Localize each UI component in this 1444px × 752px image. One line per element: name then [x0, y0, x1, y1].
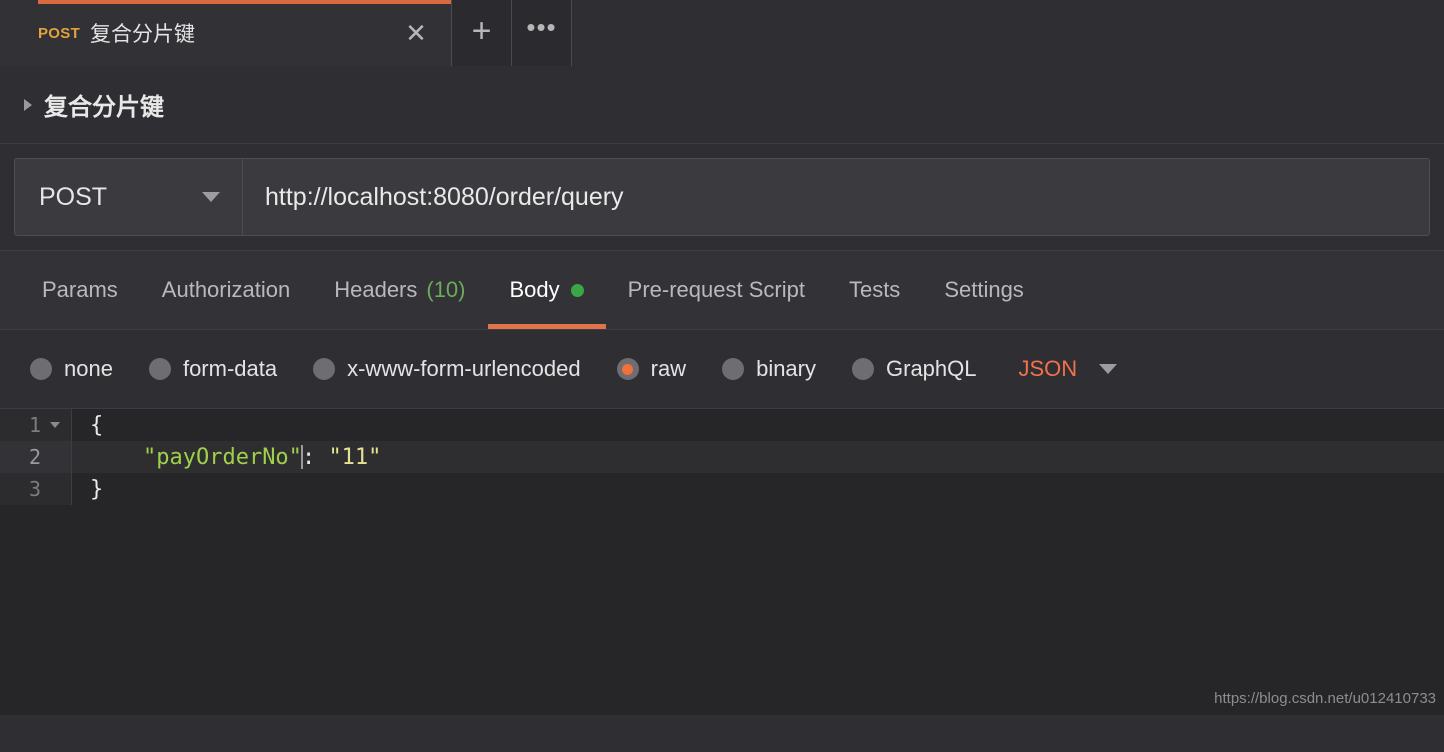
chevron-down-icon: [202, 192, 220, 202]
code-line[interactable]: 3 }: [0, 473, 1444, 505]
breadcrumb[interactable]: 复合分片键: [0, 66, 1444, 144]
body-language-select[interactable]: JSON: [1019, 356, 1118, 382]
tab-params-label: Params: [42, 277, 118, 303]
request-tab-复合分片键[interactable]: POST 复合分片键 ✕: [0, 0, 452, 66]
http-method-select[interactable]: POST: [15, 159, 243, 235]
code-line-2-text: "payOrderNo": "11": [72, 445, 381, 470]
page-title: 复合分片键: [44, 87, 164, 122]
code-line[interactable]: 1 {: [0, 409, 1444, 441]
json-key: "payOrderNo": [143, 445, 302, 470]
json-colon: :: [302, 445, 329, 470]
line-number: 1: [29, 413, 41, 437]
body-type-graphql-label: GraphQL: [886, 356, 977, 382]
body-type-raw-label: raw: [651, 356, 686, 382]
tab-headers[interactable]: Headers (10): [312, 251, 487, 329]
request-tabs: Params Authorization Headers (10) Body P…: [0, 250, 1444, 330]
code-line[interactable]: 2 "payOrderNo": "11": [0, 441, 1444, 473]
code-line-3-text: }: [72, 477, 103, 502]
triangle-right-icon[interactable]: [24, 99, 32, 111]
radio-icon-raw-selected[interactable]: [617, 358, 639, 380]
body-type-row: none form-data x-www-form-urlencoded raw…: [0, 330, 1444, 408]
url-input[interactable]: [243, 159, 1429, 235]
headers-count-badge: (10): [426, 277, 465, 303]
body-type-none[interactable]: none: [30, 356, 113, 382]
body-type-binary-label: binary: [756, 356, 816, 382]
tab-bar: POST 复合分片键 ✕ + •••: [0, 0, 1444, 66]
tab-headers-label: Headers: [334, 277, 417, 303]
tab-bar-filler: [572, 0, 1444, 66]
tab-options-button[interactable]: •••: [512, 0, 572, 66]
gutter-line-1: 1: [0, 409, 72, 441]
body-type-x-www-form-urlencoded[interactable]: x-www-form-urlencoded: [313, 356, 581, 382]
json-brace-open: {: [90, 413, 103, 438]
body-type-none-label: none: [64, 356, 113, 382]
radio-icon-binary[interactable]: [722, 358, 744, 380]
tab-settings-label: Settings: [944, 277, 1024, 303]
url-bar-container: POST: [0, 144, 1444, 250]
active-tab-underline: [488, 324, 606, 329]
code-line-1-text: {: [72, 413, 103, 438]
chevron-down-icon: [1099, 364, 1117, 374]
json-indent: [90, 445, 143, 470]
request-body-editor[interactable]: 1 { 2 "payOrderNo": "11" 3 } https://blo…: [0, 408, 1444, 715]
radio-icon-x-www-form-urlencoded[interactable]: [313, 358, 335, 380]
radio-icon-graphql[interactable]: [852, 358, 874, 380]
watermark-text: https://blog.csdn.net/u012410733: [1214, 690, 1436, 707]
http-method-value: POST: [39, 183, 107, 212]
json-value: "11": [328, 445, 381, 470]
json-brace-close: }: [90, 477, 103, 502]
new-tab-button[interactable]: +: [452, 0, 512, 66]
gutter-line-2: 2: [0, 441, 72, 473]
url-bar: POST: [14, 158, 1430, 236]
active-tab-accent: [38, 0, 451, 4]
tab-pre-request-script-label: Pre-request Script: [628, 277, 805, 303]
line-number: 3: [29, 477, 41, 501]
close-icon[interactable]: ✕: [401, 18, 431, 48]
radio-icon-form-data[interactable]: [149, 358, 171, 380]
tab-body[interactable]: Body: [488, 251, 606, 329]
body-type-x-www-form-urlencoded-label: x-www-form-urlencoded: [347, 356, 581, 382]
tab-tests[interactable]: Tests: [827, 251, 922, 329]
gutter-line-3: 3: [0, 473, 72, 505]
tab-params[interactable]: Params: [20, 251, 140, 329]
tab-authorization-label: Authorization: [162, 277, 290, 303]
body-language-value: JSON: [1019, 356, 1078, 382]
body-type-binary[interactable]: binary: [722, 356, 816, 382]
fold-triangle-icon[interactable]: [47, 422, 63, 428]
body-type-form-data[interactable]: form-data: [149, 356, 277, 382]
tab-body-label: Body: [510, 277, 560, 303]
line-number: 2: [29, 445, 41, 469]
body-type-graphql[interactable]: GraphQL: [852, 356, 977, 382]
tab-method-label: POST: [38, 25, 80, 42]
tab-authorization[interactable]: Authorization: [140, 251, 312, 329]
radio-icon-none[interactable]: [30, 358, 52, 380]
tab-settings[interactable]: Settings: [922, 251, 1046, 329]
body-type-raw[interactable]: raw: [617, 356, 686, 382]
tab-pre-request-script[interactable]: Pre-request Script: [606, 251, 827, 329]
tab-title-label: 复合分片键: [90, 18, 195, 48]
body-type-form-data-label: form-data: [183, 356, 277, 382]
body-status-dot-icon: [571, 284, 584, 297]
tab-tests-label: Tests: [849, 277, 900, 303]
